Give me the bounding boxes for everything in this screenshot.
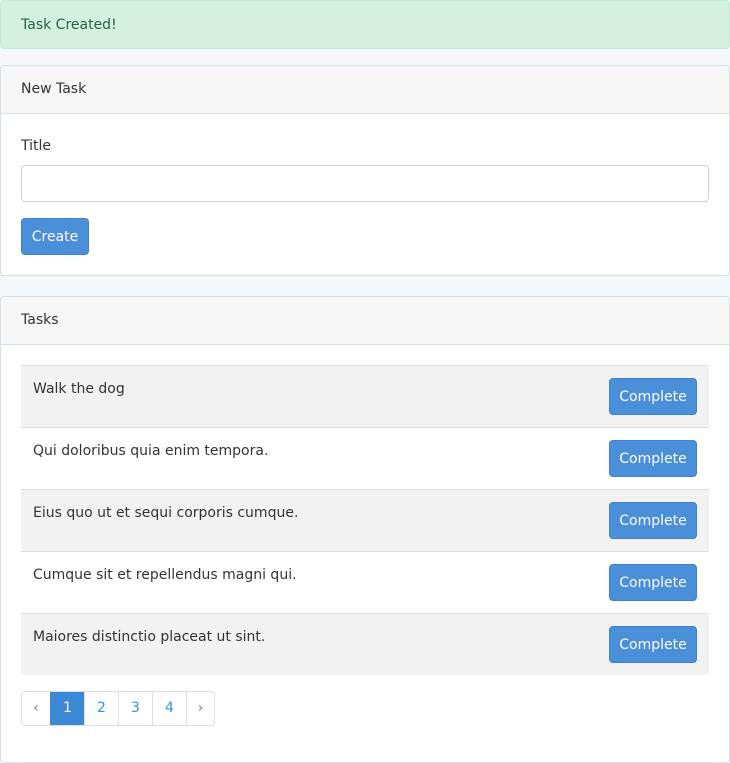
complete-button[interactable]: Complete bbox=[609, 564, 697, 601]
task-row: Qui doloribus quia enim tempora. Complet… bbox=[21, 427, 709, 489]
pagination-page-2[interactable]: 2 bbox=[84, 692, 118, 725]
pagination-page-3[interactable]: 3 bbox=[118, 692, 152, 725]
task-row: Cumque sit et repellendus magni qui. Com… bbox=[21, 551, 709, 613]
tasks-heading: Tasks bbox=[1, 297, 729, 345]
task-row: Walk the dog Complete bbox=[21, 365, 709, 427]
pagination: ‹ 1 2 3 4 › bbox=[21, 691, 215, 726]
complete-button[interactable]: Complete bbox=[609, 440, 697, 477]
pagination-page-4[interactable]: 4 bbox=[152, 692, 186, 725]
complete-button[interactable]: Complete bbox=[609, 626, 697, 663]
pagination-next-icon[interactable]: › bbox=[186, 692, 214, 725]
task-row: Eius quo ut et sequi corporis cumque. Co… bbox=[21, 489, 709, 551]
pagination-prev-icon[interactable]: ‹ bbox=[22, 692, 50, 725]
task-row: Maiores distinctio placeat ut sint. Comp… bbox=[21, 613, 709, 675]
complete-button[interactable]: Complete bbox=[609, 502, 697, 539]
new-task-heading: New Task bbox=[1, 66, 729, 114]
task-title: Walk the dog bbox=[33, 381, 125, 397]
title-input[interactable] bbox=[21, 165, 709, 202]
success-alert: Task Created! bbox=[0, 0, 730, 49]
task-list: Walk the dog Complete Qui doloribus quia… bbox=[21, 365, 709, 675]
pagination-page-1[interactable]: 1 bbox=[50, 692, 84, 725]
create-button[interactable]: Create bbox=[21, 218, 89, 255]
task-title: Eius quo ut et sequi corporis cumque. bbox=[33, 505, 299, 521]
alert-text: Task Created! bbox=[21, 17, 117, 33]
page: Task Created! New Task Title Create Task… bbox=[0, 0, 730, 763]
title-label: Title bbox=[21, 138, 52, 154]
task-title: Qui doloribus quia enim tempora. bbox=[33, 443, 269, 459]
tasks-panel: Tasks Walk the dog Complete Qui doloribu… bbox=[0, 296, 730, 763]
task-title: Maiores distinctio placeat ut sint. bbox=[33, 629, 266, 645]
new-task-panel: New Task Title Create bbox=[0, 65, 730, 276]
complete-button[interactable]: Complete bbox=[609, 378, 697, 415]
task-title: Cumque sit et repellendus magni qui. bbox=[33, 567, 297, 583]
